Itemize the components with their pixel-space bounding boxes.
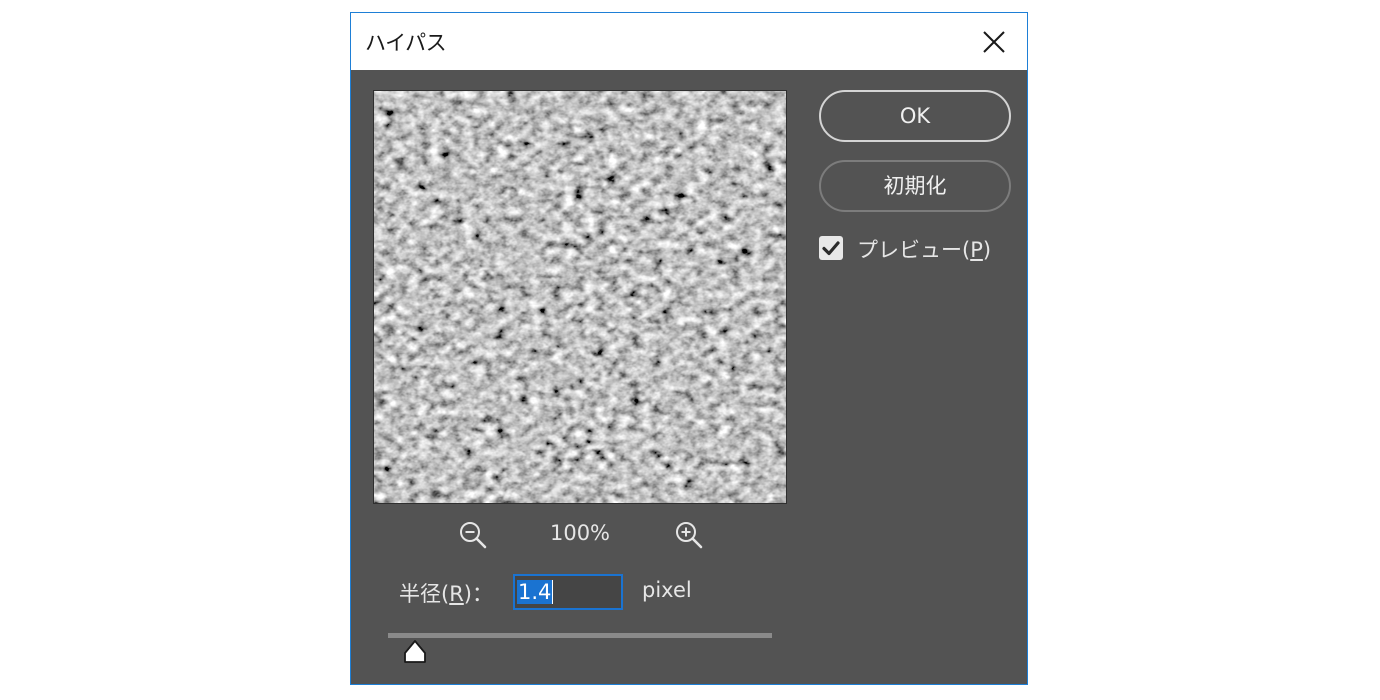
- zoom-out-button[interactable]: [457, 519, 489, 551]
- slider-thumb-icon: [403, 640, 426, 663]
- radius-label-mnemonic: R: [449, 582, 464, 606]
- radius-value: 1.4: [517, 580, 553, 604]
- text-caret: [552, 580, 553, 604]
- reset-button[interactable]: 初期化: [819, 160, 1011, 212]
- title-bar: ハイパス: [351, 13, 1027, 70]
- radius-label-suffix: )：: [463, 582, 493, 606]
- preview-label-mnemonic: P: [970, 238, 983, 262]
- preview-checkbox[interactable]: [819, 236, 843, 260]
- zoom-in-icon: [676, 522, 703, 549]
- checkmark-icon: [822, 241, 840, 256]
- close-button[interactable]: [979, 27, 1009, 57]
- dialog-title: ハイパス: [365, 31, 447, 55]
- high-pass-texture: [374, 91, 786, 503]
- preview-label-suffix: ): [982, 238, 992, 262]
- preview-image[interactable]: [373, 90, 787, 504]
- ok-button[interactable]: OK: [819, 90, 1011, 142]
- preview-label-prefix: プレビュー(: [857, 238, 971, 262]
- radius-label-prefix: 半径(: [399, 582, 450, 606]
- zoom-in-button[interactable]: [673, 519, 705, 551]
- radius-unit: pixel: [642, 578, 692, 602]
- radius-input[interactable]: 1.4: [513, 574, 623, 610]
- preview-checkbox-label: プレビュー(P): [857, 234, 991, 264]
- high-pass-dialog: ハイパス 100% 半径(R)： 1.4 pixel OK 初期化 プレビュー(…: [350, 12, 1028, 685]
- close-icon: [983, 31, 1005, 53]
- radius-label: 半径(R)：: [399, 578, 493, 608]
- radius-slider-track[interactable]: [388, 633, 772, 638]
- zoom-out-icon: [460, 522, 487, 549]
- radius-slider-thumb[interactable]: [402, 639, 428, 665]
- zoom-level: 100%: [549, 521, 611, 545]
